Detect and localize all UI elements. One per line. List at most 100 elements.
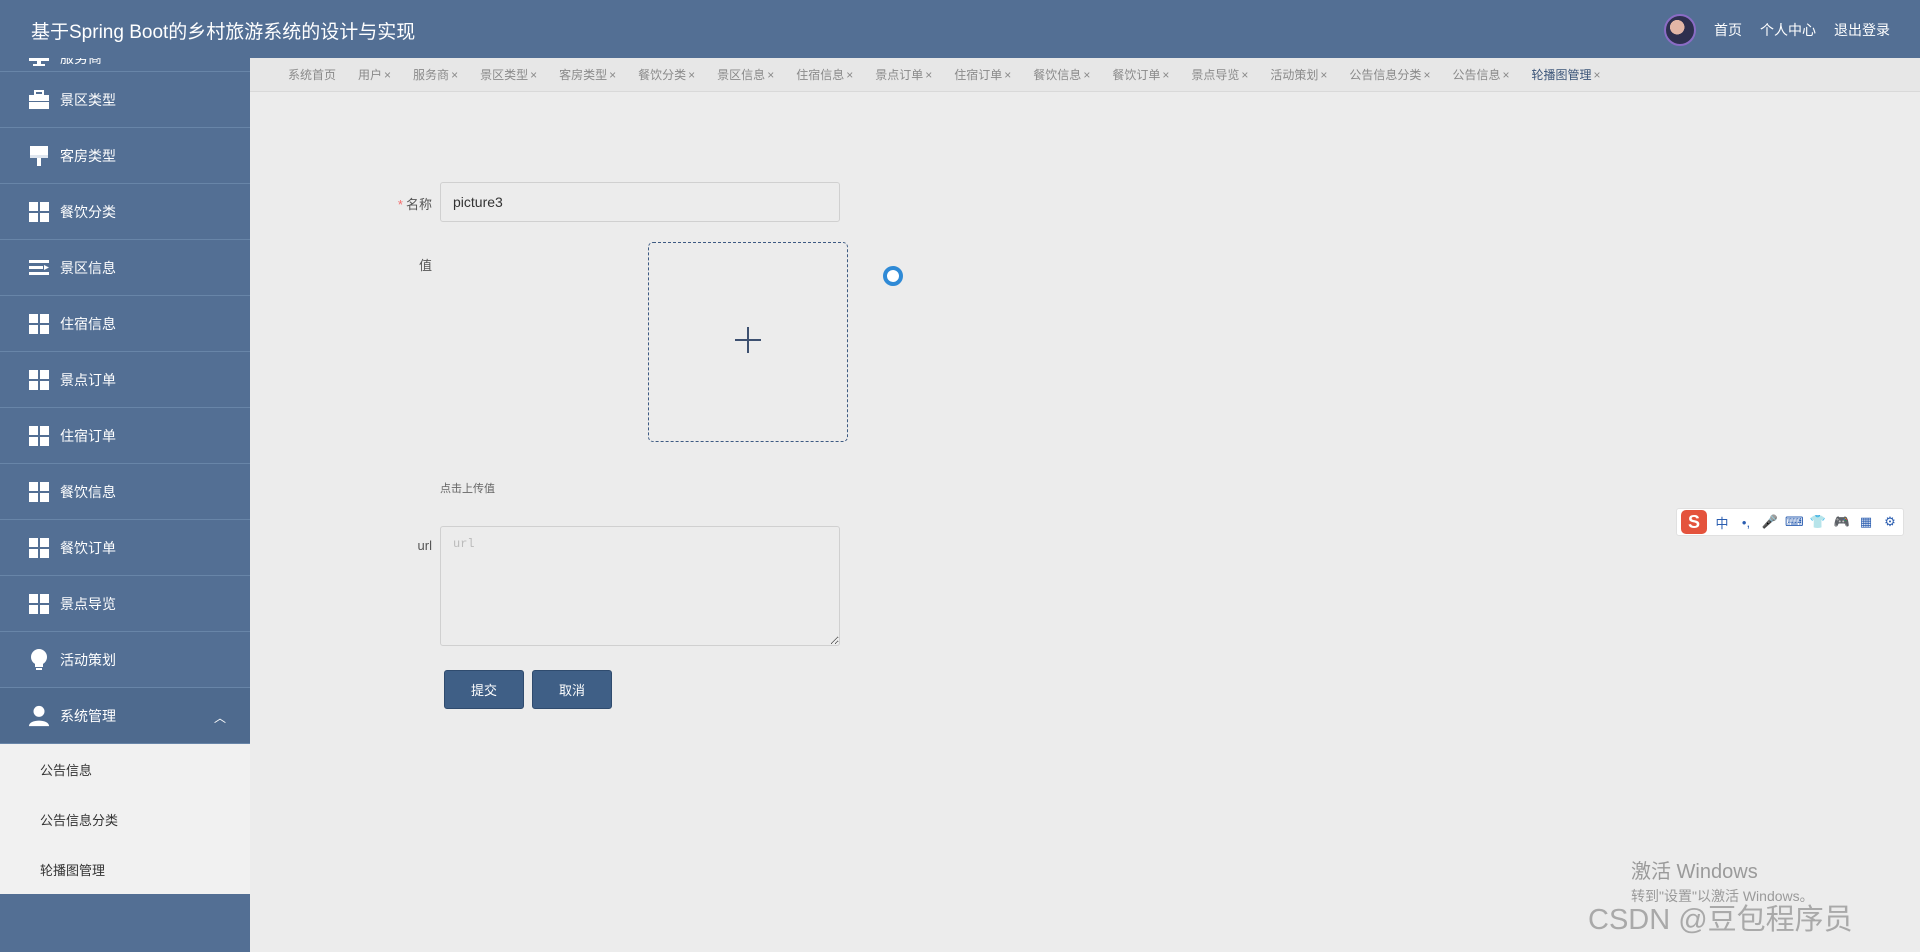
close-icon[interactable]: × [1320, 68, 1327, 82]
sidebar-item-scenic-orders[interactable]: 景点订单 [0, 352, 250, 408]
tab-home[interactable]: 系统首页 [288, 66, 336, 83]
submenu-item-announcement-categories[interactable]: 公告信息分类 [0, 794, 250, 844]
close-icon[interactable]: × [1241, 68, 1248, 82]
close-icon[interactable]: × [846, 68, 853, 82]
tab-label: 景点订单 [875, 68, 924, 82]
tab-food-info[interactable]: 餐饮信息 × [1033, 66, 1090, 83]
tab-food-category[interactable]: 餐饮分类 × [638, 66, 695, 83]
tab-users[interactable]: 用户 × [358, 66, 391, 83]
tab-label: 景区类型 [480, 68, 529, 82]
tab-label: 系统首页 [288, 68, 337, 82]
close-icon[interactable]: × [1423, 68, 1430, 82]
tab-lodging-info[interactable]: 住宿信息 × [796, 66, 853, 83]
submit-button[interactable]: 提交 [444, 670, 524, 709]
tab-label: 餐饮订单 [1112, 68, 1161, 82]
microphone-icon[interactable]: 🎤 [1761, 514, 1779, 530]
tab-label: 活动策划 [1270, 68, 1319, 82]
close-icon[interactable]: × [609, 68, 616, 82]
punctuation-icon[interactable]: •, [1737, 515, 1755, 530]
close-icon[interactable]: × [1004, 68, 1011, 82]
logout-link[interactable]: 退出登录 [1834, 20, 1890, 40]
tab-label: 餐饮信息 [1033, 68, 1082, 82]
chevron-up-icon[interactable]: ︿ [214, 709, 226, 726]
tab-lodging-orders[interactable]: 住宿订单 × [954, 66, 1011, 83]
sidebar-item-label: 住宿信息 [60, 315, 116, 332]
home-link[interactable]: 首页 [1714, 20, 1742, 40]
close-icon[interactable]: × [1083, 68, 1090, 82]
sidebar-item-label: 景点订单 [60, 371, 116, 388]
sidebar-item-lodging-info[interactable]: 住宿信息 [0, 296, 250, 352]
name-label: * 名称 [388, 194, 432, 213]
tab-label: 服务商 [413, 68, 450, 82]
sidebar-item-scenic-type[interactable]: 景区类型 [0, 72, 250, 128]
tab-label: 住宿订单 [954, 68, 1003, 82]
name-input[interactable] [440, 182, 840, 222]
sogou-logo-icon[interactable]: S [1681, 510, 1707, 534]
tab-label: 景点导览 [1191, 68, 1240, 82]
tab-label: 住宿信息 [796, 68, 845, 82]
watermark-title: 激活 Windows [1631, 861, 1758, 883]
close-icon[interactable]: × [925, 68, 932, 82]
skin-icon[interactable]: 👕 [1809, 514, 1827, 530]
sidebar-item-room-type[interactable]: 客房类型 [0, 128, 250, 184]
sidebar-item-system-management[interactable]: 系统管理 ︿ [0, 688, 250, 744]
avatar[interactable] [1664, 14, 1696, 46]
sidebar-item-scenic-info[interactable]: 景区信息 [0, 240, 250, 296]
close-icon[interactable]: × [451, 68, 458, 82]
toolbox-icon[interactable]: ▦ [1857, 514, 1875, 530]
settings-icon[interactable]: ⚙ [1881, 514, 1899, 530]
tab-label: 景区信息 [717, 68, 766, 82]
close-icon[interactable]: × [1502, 68, 1509, 82]
sidebar-item-label: 客房类型 [60, 147, 116, 164]
tab-service-provider[interactable]: 服务商 × [413, 66, 458, 83]
sidebar-item-label: 餐饮信息 [60, 483, 116, 500]
sidebar-item-activity-planning[interactable]: 活动策划 [0, 632, 250, 688]
upload-hint: 点击上传值 [440, 483, 495, 495]
tab-label: 客房类型 [559, 68, 608, 82]
tab-scenic-guide[interactable]: 景点导览 × [1191, 66, 1248, 83]
profile-link[interactable]: 个人中心 [1760, 20, 1816, 40]
sidebar-item-service-provider[interactable]: 服务商 [0, 58, 250, 72]
close-icon[interactable]: × [1594, 68, 1601, 82]
list-icon [28, 257, 50, 279]
ime-toolbar: S 中 •, 🎤 ⌨ 👕 🎮 ▦ ⚙ [1676, 508, 1904, 536]
close-icon[interactable]: × [767, 68, 774, 82]
tab-announcements[interactable]: 公告信息 × [1452, 66, 1509, 83]
grid-icon [28, 201, 50, 223]
tab-label: 公告信息 [1452, 68, 1501, 82]
tab-label: 餐饮分类 [638, 68, 687, 82]
sidebar-item-food-category[interactable]: 餐饮分类 [0, 184, 250, 240]
tab-carousel-management[interactable]: 轮播图管理 × [1531, 66, 1600, 83]
sidebar-item-food-orders[interactable]: 餐饮订单 [0, 520, 250, 576]
tab-activity-planning[interactable]: 活动策划 × [1270, 66, 1327, 83]
sidebar-item-label: 系统管理 [60, 707, 116, 724]
submenu-item-announcements[interactable]: 公告信息 [0, 744, 250, 794]
sidebar-item-scenic-guide[interactable]: 景点导览 [0, 576, 250, 632]
tabs-bar: 系统首页 用户 × 服务商 × 景区类型 × 客房类型 × 餐饮分类 × 景区信息 × 住宿… [250, 58, 1920, 92]
close-icon[interactable]: × [1162, 68, 1169, 82]
grid-icon [28, 481, 50, 503]
tab-scenic-type[interactable]: 景区类型 × [480, 66, 537, 83]
tab-room-type[interactable]: 客房类型 × [559, 66, 616, 83]
cancel-button[interactable]: 取消 [532, 670, 612, 709]
top-header: 基于Spring Boot的乡村旅游系统的设计与实现 首页 个人中心 退出登录 [0, 0, 1920, 58]
close-icon[interactable]: × [688, 68, 695, 82]
url-textarea[interactable] [440, 526, 840, 646]
image-upload-box[interactable] [648, 242, 848, 442]
sidebar-item-label: 餐饮订单 [60, 539, 116, 556]
grid-icon [28, 313, 50, 335]
sidebar-item-lodging-orders[interactable]: 住宿订单 [0, 408, 250, 464]
sidebar-item-food-info[interactable]: 餐饮信息 [0, 464, 250, 520]
game-icon[interactable]: 🎮 [1833, 514, 1851, 530]
submenu-item-carousel-management[interactable]: 轮播图管理 [0, 844, 250, 894]
tab-announcement-categories[interactable]: 公告信息分类 × [1349, 66, 1430, 83]
tab-scenic-orders[interactable]: 景点订单 × [875, 66, 932, 83]
tab-scenic-info[interactable]: 景区信息 × [717, 66, 774, 83]
value-label: 值 [418, 258, 432, 273]
close-icon[interactable]: × [530, 68, 537, 82]
keyboard-icon[interactable]: ⌨ [1785, 514, 1804, 530]
tab-food-orders[interactable]: 餐饮订单 × [1112, 66, 1169, 83]
sidebar-item-label: 景区信息 [60, 259, 116, 276]
chinese-mode-icon[interactable]: 中 [1713, 513, 1731, 532]
close-icon[interactable]: × [384, 68, 391, 82]
